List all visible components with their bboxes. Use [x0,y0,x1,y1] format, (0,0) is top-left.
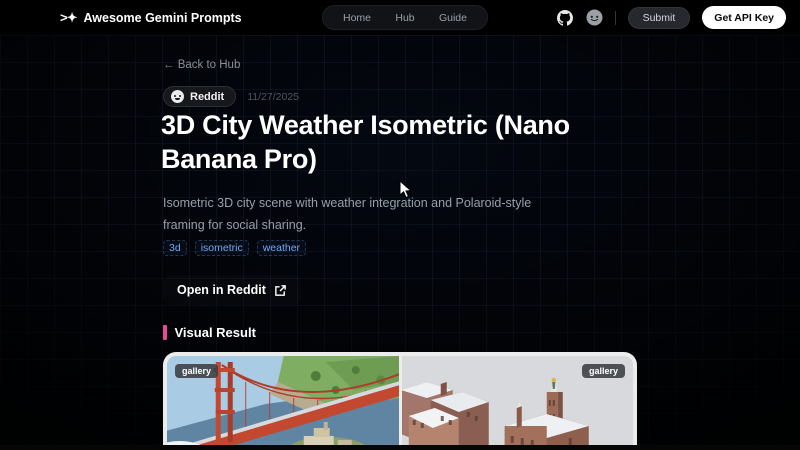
tag-isometric[interactable]: isometric [194,240,249,256]
open-in-reddit-label: Open in Reddit [177,283,266,297]
github-icon[interactable] [557,9,574,26]
nav-pill: Home Hub Guide [322,5,488,30]
visual-result-gallery: gallery gallery [163,352,637,445]
back-to-hub-link[interactable]: ← Back to Hub [163,59,240,71]
tag-list: 3d isometric weather [163,240,307,256]
submit-button[interactable]: Submit [627,6,691,29]
gallery-image-golden-gate[interactable]: gallery [167,356,399,445]
header-divider [614,10,616,25]
browser-page: >✦ Awesome Gemini Prompts Home Hub Guide… [0,0,800,445]
top-navbar: >✦ Awesome Gemini Prompts Home Hub Guide… [0,0,800,35]
get-api-key-button[interactable]: Get API Key [702,6,786,29]
screen: >✦ Awesome Gemini Prompts Home Hub Guide… [0,0,800,450]
source-badge-label: Reddit [190,90,225,103]
desktop-edge [0,445,800,450]
header-actions: Submit Get API Key [557,0,786,35]
nav-item-guide[interactable]: Guide [439,12,467,24]
gallery-badge: gallery [175,364,219,378]
mouse-cursor [399,180,412,199]
sparkle-logo-icon: >✦ [60,9,78,25]
tag-weather[interactable]: weather [256,240,307,256]
tag-3d[interactable]: 3d [163,240,187,256]
reddit-icon[interactable] [586,9,603,26]
brand[interactable]: >✦ Awesome Gemini Prompts [60,0,242,35]
source-badge[interactable]: Reddit [163,86,237,107]
post-date: 11/27/2025 [247,90,300,103]
page-title: 3D City Weather Isometric (Nano Banana P… [161,110,570,175]
nav-item-home[interactable]: Home [343,12,371,24]
nav-item-hub[interactable]: Hub [395,12,414,24]
section-title: Visual Result [174,325,256,340]
description: Isometric 3D city scene with weather int… [163,196,532,232]
external-link-icon [275,284,286,296]
meta-row: Reddit 11/27/2025 [163,86,299,107]
reddit-badge-icon [171,90,184,103]
brand-name: Awesome Gemini Prompts [83,10,242,25]
accent-bar [163,325,167,340]
open-in-reddit-button[interactable]: Open in Reddit [163,275,301,305]
section-heading: Visual Result [163,325,256,340]
gallery-badge: gallery [581,364,625,378]
gallery-image-snowy-city[interactable]: gallery [401,356,633,445]
